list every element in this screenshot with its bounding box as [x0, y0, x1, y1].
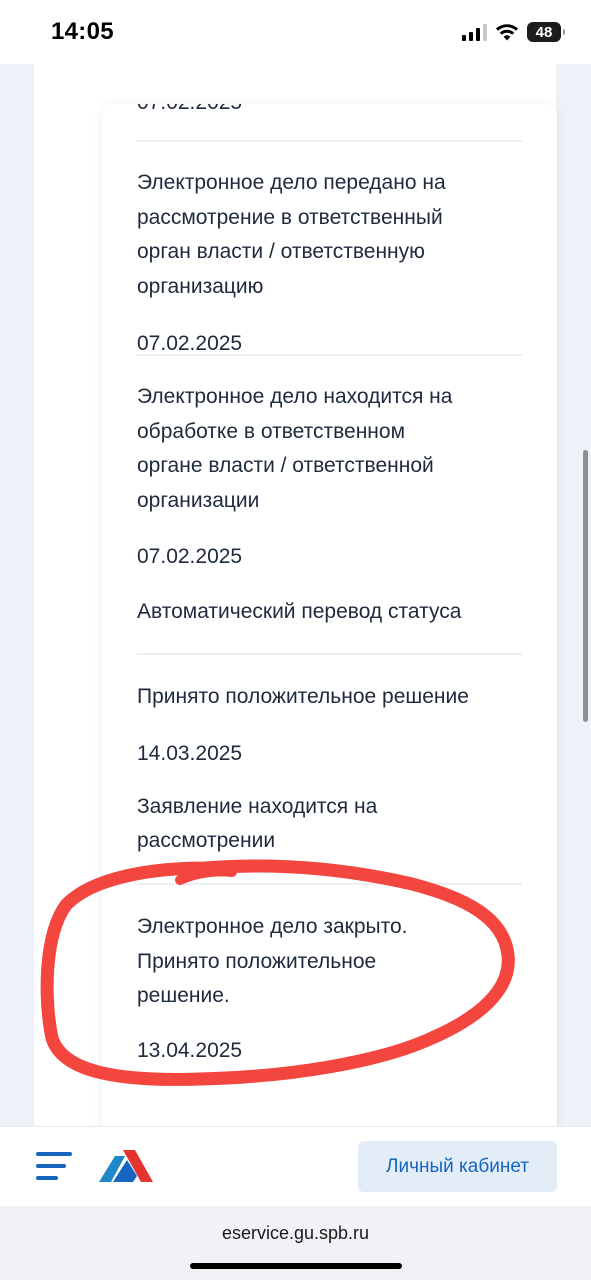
wifi-icon: [496, 24, 518, 41]
entry-note-line: Заявление находится на: [137, 794, 378, 818]
page-scrollbar[interactable]: [583, 450, 588, 722]
entry-title-line: орган власти / ответственную: [137, 240, 425, 263]
personal-account-button[interactable]: Личный кабинет: [358, 1141, 557, 1192]
entry-title-line: решение.: [137, 984, 230, 1007]
browser-address-bar[interactable]: eservice.gu.spb.ru: [0, 1206, 591, 1280]
entry-date: 07.02.2025: [137, 545, 243, 568]
entry-title-line: рассмотрение в ответственный: [137, 205, 443, 229]
entry-title-line: органе власти / ответственной: [137, 454, 434, 477]
entry-title-line: Электронное дело закрыто.: [137, 915, 408, 938]
history-entry-partial: 07.02.2025: [137, 104, 522, 142]
bottom-navigation: Личный кабинет: [0, 1126, 591, 1207]
entry-title-line: организацию: [137, 274, 264, 298]
status-icons: 48: [462, 20, 565, 44]
entry-date: 14.03.2025: [137, 741, 243, 765]
url-text[interactable]: eservice.gu.spb.ru: [0, 1223, 591, 1244]
cellular-signal-icon: [462, 23, 487, 41]
entry-date: 07.02.2025: [137, 104, 242, 118]
entry-note: Автоматический перевод статуса: [137, 600, 462, 623]
home-indicator[interactable]: [190, 1263, 402, 1269]
entry-date: 13.04.2025: [137, 1038, 243, 1062]
hamburger-menu-icon[interactable]: [36, 1152, 72, 1182]
entry-title-line: Принято положительное решение: [137, 685, 469, 708]
history-entry: Электронное дело находится на обработке …: [137, 356, 522, 655]
history-entry: Электронное дело передано на рассмотрени…: [137, 142, 522, 356]
entry-date: 07.02.2025: [137, 332, 243, 355]
entry-note-line: рассмотрении: [137, 828, 276, 852]
history-entry-closed: Электронное дело закрыто. Принято положи…: [137, 885, 522, 1066]
status-bar: 14:05 48: [0, 0, 591, 64]
battery-icon: 48: [527, 22, 565, 42]
battery-level: 48: [535, 23, 553, 41]
status-history-card: 07.02.2025 Электронное дело передано на …: [102, 104, 557, 1175]
page-content: 07.02.2025 Электронное дело передано на …: [34, 64, 557, 1175]
entry-title-line: Принято положительное: [137, 949, 377, 973]
status-time: 14:05: [51, 18, 114, 45]
history-entry: Принято положительное решение 14.03.2025…: [137, 655, 522, 885]
entry-title-line: обработке в ответственном: [137, 419, 406, 443]
entry-title-line: Электронное дело передано на: [137, 171, 446, 194]
entry-title-line: Электронное дело находится на: [137, 385, 453, 408]
entry-title-line: организации: [137, 488, 260, 512]
status-history-list: 07.02.2025 Электронное дело передано на …: [137, 104, 522, 1066]
portal-logo-icon[interactable]: [97, 1148, 155, 1184]
